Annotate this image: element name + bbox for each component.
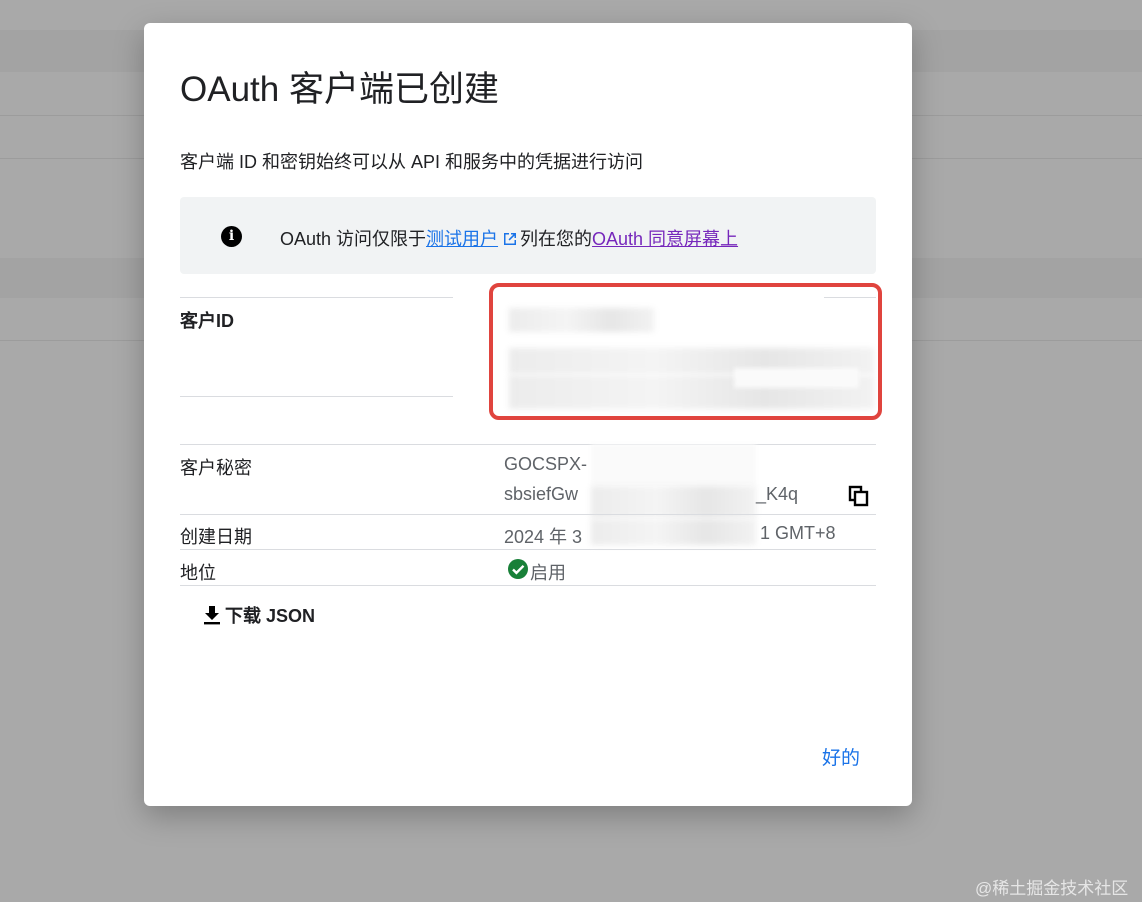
- status-label: 地位: [180, 563, 216, 583]
- info-banner-text: OAuth 访问仅限于测试用户 列在您的OAuth 同意屏幕上: [280, 225, 738, 251]
- oauth-client-created-dialog: OAuth 客户端已创建 客户端 ID 和密钥始终可以从 API 和服务中的凭据…: [144, 23, 912, 806]
- divider: [180, 549, 876, 550]
- client-id-label: 客户ID: [180, 311, 234, 331]
- dialog-title: OAuth 客户端已创建: [180, 70, 499, 109]
- info-prefix: OAuth 访问仅限于: [280, 229, 427, 249]
- info-banner: i OAuth 访问仅限于测试用户 列在您的OAuth 同意屏幕上: [180, 197, 876, 274]
- copy-icon[interactable]: [848, 485, 870, 507]
- created-date-redacted: [591, 519, 756, 545]
- watermark: @稀土掘金技术社区: [975, 879, 1129, 898]
- client-secret-line2-end: _K4q: [756, 484, 799, 504]
- divider: [180, 514, 876, 515]
- divider: [180, 585, 876, 586]
- external-link-icon[interactable]: [502, 231, 518, 247]
- client-secret-line1: GOCSPX-: [504, 454, 588, 474]
- divider: [180, 444, 876, 445]
- created-date-value-end: 1 GMT+8: [760, 523, 836, 543]
- created-date-label: 创建日期: [180, 527, 252, 547]
- created-date-value-start: 2024 年 3: [504, 527, 583, 547]
- status-value: 启用: [530, 563, 566, 583]
- divider: [180, 297, 453, 298]
- info-icon: i: [221, 226, 242, 247]
- check-circle-icon: [508, 559, 528, 579]
- client-secret-redacted: [591, 444, 756, 486]
- info-middle: 列在您的: [520, 229, 593, 249]
- highlight-box: [489, 283, 882, 420]
- ok-button[interactable]: 好的: [822, 743, 860, 770]
- download-icon: [204, 606, 220, 625]
- download-json-label: 下载 JSON: [225, 606, 316, 626]
- consent-screen-link[interactable]: OAuth 同意屏幕上: [592, 229, 738, 249]
- dialog-subtitle: 客户端 ID 和密钥始终可以从 API 和服务中的凭据进行访问: [180, 152, 644, 172]
- download-json-button[interactable]: 下载 JSON: [201, 601, 315, 629]
- client-secret-line2-start: sbsiefGw: [504, 484, 579, 504]
- client-secret-label: 客户秘密: [180, 458, 252, 478]
- divider: [180, 396, 453, 397]
- test-users-link[interactable]: 测试用户: [426, 229, 498, 249]
